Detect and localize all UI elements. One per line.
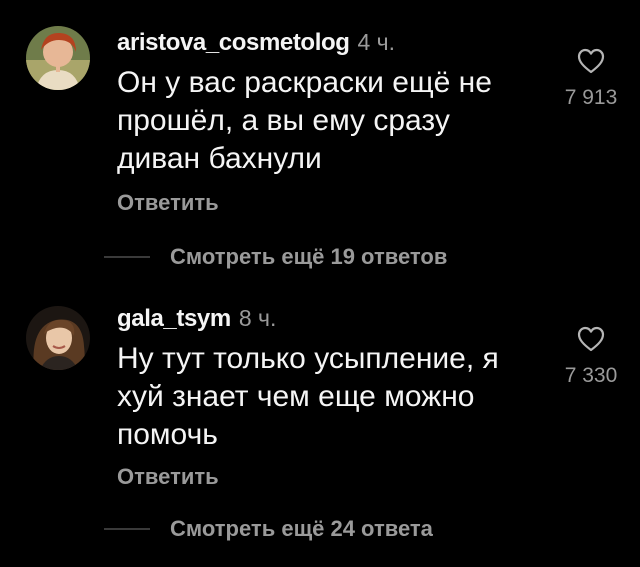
comment-text-line: прошёл, а вы ему сразу	[117, 104, 450, 137]
avatar[interactable]	[26, 26, 90, 90]
reply-button[interactable]: Ответить	[117, 190, 219, 216]
view-replies-button[interactable]: Смотреть ещё 19 ответов	[104, 244, 447, 270]
like-count: 7 913	[564, 86, 618, 109]
comment-text-line: Он у вас раскраски ещё не	[117, 66, 492, 99]
like-button[interactable]: 7 913	[551, 48, 631, 110]
reply-button[interactable]: Ответить	[117, 464, 219, 490]
heart-outline-icon	[577, 48, 605, 74]
avatar[interactable]	[26, 306, 90, 370]
view-replies-button[interactable]: Смотреть ещё 24 ответа	[104, 516, 433, 542]
heart-outline-icon	[577, 326, 605, 352]
comment-text: Он у вас раскраски ещё не прошёл, а вы е…	[117, 64, 537, 178]
divider-line	[104, 528, 150, 530]
view-replies-label: Смотреть ещё 24 ответа	[170, 516, 433, 541]
comment-text: Ну тут только усыпление, я хуй знает чем…	[117, 340, 537, 454]
avatar-photo	[26, 26, 90, 90]
timestamp: 8 ч.	[238, 305, 277, 331]
username[interactable]: gala_tsym	[117, 305, 231, 332]
username[interactable]: aristova_cosmetolog	[117, 29, 350, 56]
like-button[interactable]: 7 330	[551, 326, 631, 388]
comment-text-line: диван бахнули	[117, 142, 322, 175]
comment-text-line: помочь	[117, 418, 218, 451]
avatar-photo	[26, 306, 90, 370]
comment-item: gala_tsym 8 ч. Ну тут только усыпление, я…	[0, 280, 640, 567]
like-count: 7 330	[564, 364, 618, 387]
comment-text-line: Ну тут только усыпление, я	[117, 342, 499, 375]
comment-header: gala_tsym 8 ч.	[117, 304, 276, 336]
comment-header: aristova_cosmetolog 4 ч.	[117, 28, 395, 60]
timestamp: 4 ч.	[357, 29, 396, 55]
divider-line	[104, 256, 150, 258]
comment-item: aristova_cosmetolog 4 ч. Он у вас раскрас…	[0, 0, 640, 280]
comment-text-line: хуй знает чем еще можно	[117, 380, 475, 413]
view-replies-label: Смотреть ещё 19 ответов	[170, 244, 448, 269]
